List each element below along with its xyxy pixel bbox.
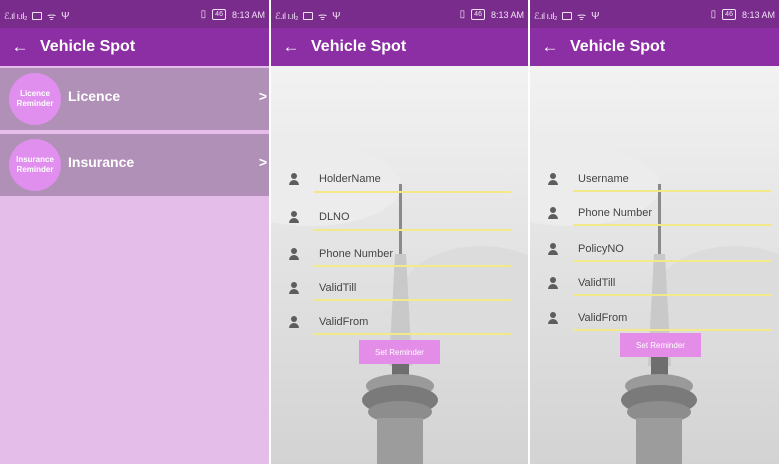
signal-icon: ℰ.ıl ı.ıl₂ <box>4 10 27 21</box>
status-bar: ℰ.ıl ı.ıl₂ ᯤ Ψ ▯ 46 8:13 AM <box>0 0 269 28</box>
person-icon <box>547 312 559 326</box>
phone-number-placeholder: Phone Number <box>578 207 652 219</box>
list-item-label: Licence <box>68 88 121 104</box>
usb-icon: Ψ <box>591 10 600 22</box>
field-underline <box>314 333 511 335</box>
back-arrow-icon[interactable]: ← <box>2 37 38 57</box>
badge-line: Reminder <box>16 165 54 174</box>
field-underline <box>573 260 771 262</box>
status-bar: ℰ.ıl ı.ıl₂ ᯤ Ψ ▯ 46 8:13 AM <box>530 0 779 28</box>
battery-icon: 46 <box>471 9 485 20</box>
field-underline <box>314 191 511 193</box>
field-underline <box>314 299 511 301</box>
app-bar: ← Vehicle Spot <box>271 28 528 66</box>
vibrate-icon: ▯ <box>459 9 466 20</box>
licence-form-screen: ℰ.ıl ı.ıl₂ ᯤ Ψ ▯ 46 8:13 AM ← Vehicle Sp… <box>271 0 528 464</box>
set-reminder-button[interactable]: Set Reminder <box>620 333 701 357</box>
field-underline <box>314 229 511 231</box>
person-icon <box>288 316 300 330</box>
status-time: 8:13 AM <box>490 9 524 20</box>
app-bar: ← Vehicle Spot <box>0 28 269 66</box>
usb-icon: Ψ <box>332 10 341 22</box>
field-underline <box>573 190 771 192</box>
status-time: 8:13 AM <box>741 9 775 20</box>
signal-icon: ℰ.ıl ı.ıl₂ <box>275 10 298 21</box>
wifi-icon: ᯤ <box>46 12 57 23</box>
insurance-reminder-badge: Insurance Reminder <box>9 139 61 191</box>
status-time: 8:13 AM <box>231 9 265 20</box>
gallery-icon <box>31 12 42 20</box>
person-icon <box>288 173 300 187</box>
wifi-icon: ᯤ <box>317 12 328 23</box>
back-arrow-icon[interactable]: ← <box>532 37 568 57</box>
validfrom-placeholder: ValidFrom <box>578 312 628 324</box>
list-item-licence[interactable]: Licence Reminder Licence > <box>0 68 269 130</box>
validtill-placeholder: ValidTill <box>319 282 357 294</box>
username-placeholder: Username <box>578 173 629 185</box>
person-icon <box>547 243 559 257</box>
holdername-placeholder: HolderName <box>319 173 381 185</box>
reminder-list-screen: ℰ.ıl ı.ıl₂ ᯤ Ψ ▯ 46 8:13 AM ← Vehicle Sp… <box>0 0 269 464</box>
field-underline <box>573 329 771 331</box>
usb-icon: Ψ <box>61 10 70 22</box>
badge-line: Reminder <box>16 99 54 108</box>
validfrom-placeholder: ValidFrom <box>319 316 369 328</box>
set-reminder-button[interactable]: Set Reminder <box>359 340 440 364</box>
list-item-insurance[interactable]: Insurance Reminder Insurance > <box>0 134 269 196</box>
tower-background-image <box>530 66 779 464</box>
field-underline <box>314 265 511 267</box>
dlno-placeholder: DLNO <box>319 211 350 223</box>
phone-number-placeholder: Phone Number <box>319 248 393 260</box>
person-icon <box>547 173 559 187</box>
vibrate-icon: ▯ <box>710 9 717 20</box>
chevron-right-icon: > <box>258 88 267 104</box>
app-title: Vehicle Spot <box>570 38 666 55</box>
field-underline <box>573 224 771 226</box>
chevron-right-icon: > <box>258 154 267 170</box>
field-underline <box>573 294 771 296</box>
validtill-placeholder: ValidTill <box>578 277 616 289</box>
person-icon <box>288 211 300 225</box>
battery-icon: 46 <box>722 9 736 20</box>
person-icon <box>288 282 300 296</box>
app-title: Vehicle Spot <box>311 38 407 55</box>
signal-icon: ℰ.ıl ı.ıl₂ <box>534 10 557 21</box>
person-icon <box>547 207 559 221</box>
person-icon <box>288 248 300 262</box>
policyno-placeholder: PolicyNO <box>578 243 624 255</box>
wifi-icon: ᯤ <box>576 12 587 23</box>
battery-icon: 46 <box>212 9 226 20</box>
insurance-form-screen: ℰ.ıl ı.ıl₂ ᯤ Ψ ▯ 46 8:13 AM ← Vehicle Sp… <box>530 0 779 464</box>
badge-line: Licence <box>20 89 50 98</box>
app-bar: ← Vehicle Spot <box>530 28 779 66</box>
gallery-icon <box>561 12 572 20</box>
vibrate-icon: ▯ <box>200 9 207 20</box>
badge-line: Insurance <box>16 155 54 164</box>
list-item-label: Insurance <box>68 154 135 170</box>
status-bar: ℰ.ıl ı.ıl₂ ᯤ Ψ ▯ 46 8:13 AM <box>271 0 528 28</box>
back-arrow-icon[interactable]: ← <box>273 37 309 57</box>
app-title: Vehicle Spot <box>40 38 136 55</box>
person-icon <box>547 277 559 291</box>
gallery-icon <box>302 12 313 20</box>
licence-reminder-badge: Licence Reminder <box>9 73 61 125</box>
